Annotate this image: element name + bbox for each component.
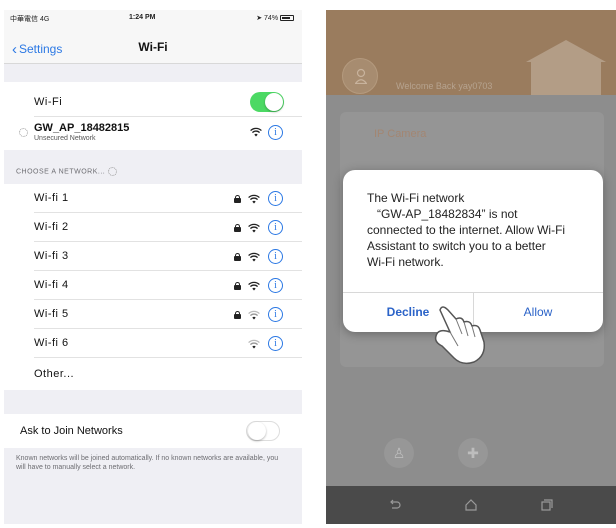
add-user-button[interactable]: ♙	[384, 438, 414, 468]
wifi-signal-icon	[248, 194, 260, 204]
building-illustration	[526, 40, 606, 95]
network-name: Wi-fi 1	[34, 192, 69, 204]
info-icon[interactable]: i	[268, 249, 283, 264]
camera-label: IP Camera	[374, 128, 427, 140]
location-icon: ➤	[256, 15, 263, 22]
wifi-toggle-row: Wi-Fi	[4, 88, 302, 117]
wifi-signal-icon	[248, 223, 260, 233]
other-label: Other...	[34, 368, 75, 380]
lock-icon	[234, 253, 241, 261]
wifi-signal-icon	[248, 252, 260, 262]
dialog-line-3: connected to the internet. Allow Wi-Fi	[367, 223, 566, 237]
ask-to-join-group: Ask to Join Networks	[4, 414, 302, 448]
toggle-knob	[248, 422, 266, 440]
ios-wifi-settings-screen: 中華電信 4G 1:24 PM ➤ 74% ‹ Settings Wi-Fi Wi…	[4, 10, 302, 524]
status-time: 1:24 PM	[129, 14, 156, 21]
info-icon[interactable]: i	[268, 336, 283, 351]
info-icon[interactable]: i	[268, 278, 283, 293]
info-icon[interactable]: i	[268, 307, 283, 322]
recent-apps-icon[interactable]	[540, 498, 554, 512]
plus-icon: ✚	[467, 445, 479, 461]
lock-icon	[234, 224, 241, 232]
wifi-signal-icon	[248, 339, 260, 349]
choose-network-header: CHOOSE A NETWORK...	[16, 167, 118, 176]
allow-button[interactable]: Allow	[473, 292, 603, 332]
network-row-2[interactable]: Wi-fi 2 i	[4, 213, 302, 242]
network-row-1[interactable]: Wi-fi 1 i	[4, 184, 302, 213]
status-right: ➤ 74%	[256, 14, 294, 22]
tap-hand-icon	[434, 306, 486, 365]
network-row-3[interactable]: Wi-fi 3 i	[4, 242, 302, 271]
user-icon: ♙	[392, 445, 406, 461]
page-title: Wi-Fi	[138, 40, 168, 54]
lock-icon	[234, 282, 241, 290]
network-row-6[interactable]: Wi-fi 6 i	[4, 329, 302, 358]
add-device-button[interactable]: ✚	[458, 438, 488, 468]
toggle-knob	[265, 93, 283, 111]
section-header-text: CHOOSE A NETWORK...	[16, 168, 106, 176]
navigation-bar: ‹ Settings Wi-Fi	[4, 28, 302, 64]
row-divider	[34, 357, 302, 358]
scanning-spinner-icon	[108, 167, 118, 176]
current-network-name: GW_AP_18482815	[34, 122, 130, 134]
lock-icon	[234, 311, 241, 319]
dialog-line-2: “GW-AP_18482834” is not	[377, 207, 518, 221]
info-icon[interactable]: i	[268, 220, 283, 235]
network-list: Wi-fi 1 i Wi-fi 2 i Wi-fi 3 i Wi-fi 4 i	[4, 184, 302, 390]
other-network-row[interactable]: Other...	[4, 360, 302, 389]
android-app-screen: Welcome Back yay0703 IP Camera The Wi-Fi…	[326, 10, 616, 524]
wifi-signal-icon	[248, 281, 260, 291]
row-divider	[34, 116, 302, 117]
ask-to-join-label: Ask to Join Networks	[20, 425, 123, 437]
user-icon	[355, 68, 367, 84]
welcome-text: Welcome Back yay0703	[396, 81, 493, 91]
avatar[interactable]	[342, 58, 378, 94]
network-row-4[interactable]: Wi-fi 4 i	[4, 271, 302, 300]
info-icon[interactable]: i	[268, 191, 283, 206]
status-bar: 中華電信 4G 1:24 PM ➤ 74%	[4, 10, 302, 28]
network-name: Wi-fi 2	[34, 221, 69, 233]
current-network-row[interactable]: GW_AP_18482815 Unsecured Network i	[4, 118, 302, 148]
network-name: Wi-fi 6	[34, 337, 69, 349]
network-name: Wi-fi 3	[34, 250, 69, 262]
dialog-line-4: Assistant to switch you to a better	[367, 239, 546, 253]
loading-spinner-icon	[19, 128, 28, 137]
wifi-signal-icon	[250, 127, 262, 137]
current-network-subtitle: Unsecured Network	[34, 135, 96, 142]
carrier-label: 中華電信 4G	[10, 16, 50, 23]
home-icon[interactable]	[464, 498, 478, 512]
battery-percent: 74%	[264, 15, 279, 22]
info-icon[interactable]: i	[268, 125, 283, 140]
wifi-label: Wi-Fi	[34, 96, 63, 108]
network-name: Wi-fi 4	[34, 279, 69, 291]
wifi-toggle[interactable]	[250, 92, 284, 112]
battery-icon	[280, 15, 294, 22]
network-row-5[interactable]: Wi-fi 5 i	[4, 300, 302, 329]
app-header: Welcome Back yay0703	[326, 10, 616, 95]
wifi-signal-icon	[248, 310, 260, 320]
dialog-message: The Wi-Fi network “GW-AP_18482834” is no…	[367, 190, 603, 270]
footer-note: Known networks will be joined automatica…	[16, 455, 279, 471]
android-navigation-bar	[326, 486, 616, 524]
ask-to-join-toggle[interactable]	[246, 421, 280, 441]
dialog-line-5: Wi-Fi network.	[367, 255, 444, 269]
back-icon[interactable]	[388, 498, 402, 512]
wifi-group: Wi-Fi GW_AP_18482815 Unsecured Network i	[4, 82, 302, 150]
lock-icon	[234, 195, 241, 203]
dialog-line-1: The Wi-Fi network	[367, 191, 465, 205]
network-name: Wi-fi 5	[34, 308, 69, 320]
